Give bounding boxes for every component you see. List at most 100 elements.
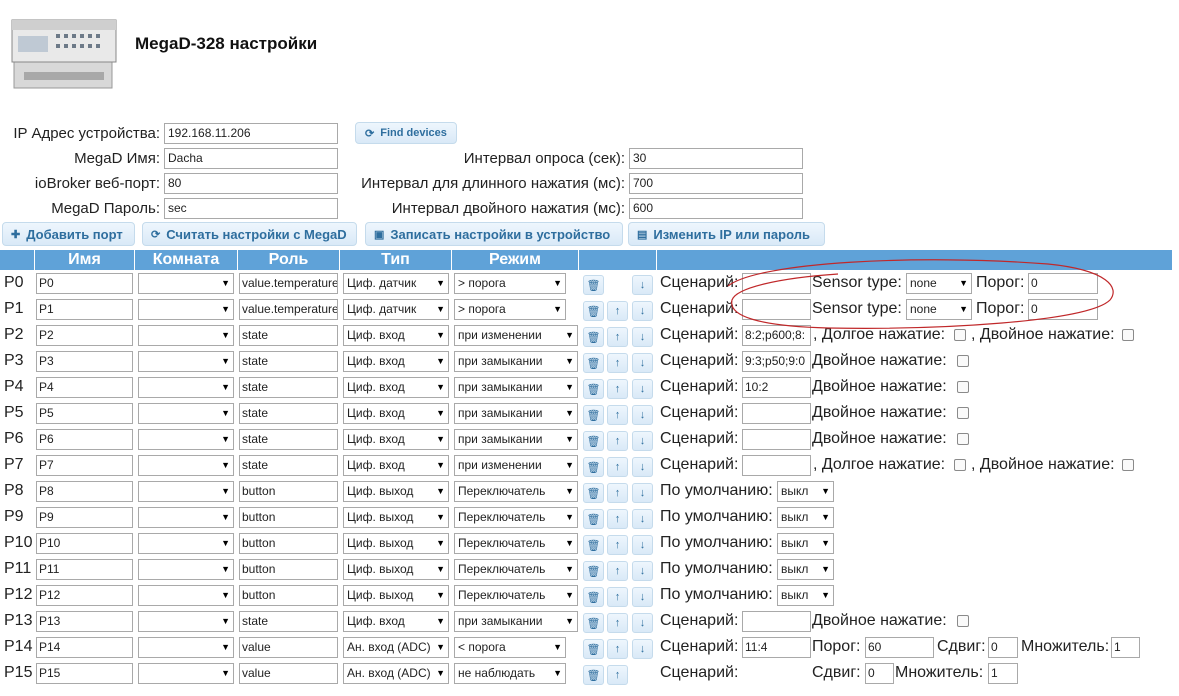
delete-button[interactable]: 🗑 [583, 639, 604, 659]
move-down-button[interactable]: ↓ [632, 587, 653, 607]
move-up-button[interactable]: ↑ [607, 613, 628, 633]
mode-select[interactable]: не наблюдать ▼ [454, 663, 566, 684]
double-press-checkbox[interactable] [957, 615, 969, 627]
port-name-input[interactable]: P2 [36, 325, 133, 346]
move-up-button[interactable]: ↑ [607, 587, 628, 607]
mode-select[interactable]: Переключатель ▼ [454, 481, 578, 502]
role-input[interactable]: state [239, 351, 338, 372]
add-port-button[interactable]: ✚ Добавить порт [2, 222, 135, 246]
type-select[interactable]: Ан. вход (ADC) ▼ [343, 637, 449, 658]
long-press-input[interactable]: 700 [629, 172, 803, 194]
mode-select[interactable]: при замыкании ▼ [454, 377, 578, 398]
role-input[interactable]: value [239, 663, 338, 684]
delete-button[interactable]: 🗑 [583, 353, 604, 373]
change-ip-button[interactable]: ▤ Изменить IP или пароль [628, 222, 825, 246]
delete-button[interactable]: 🗑 [583, 405, 604, 425]
role-input[interactable]: button [239, 481, 338, 502]
delete-button[interactable]: 🗑 [583, 379, 604, 399]
port-input[interactable]: 80 [164, 172, 338, 194]
delete-button[interactable]: 🗑 [583, 561, 604, 581]
room-select[interactable]: ▼ [138, 481, 234, 502]
ip-input[interactable]: 192.168.11.206 [164, 122, 338, 144]
type-select[interactable]: Циф. вход ▼ [343, 403, 449, 424]
type-select[interactable]: Циф. вход ▼ [343, 455, 449, 476]
role-input[interactable]: button [239, 559, 338, 580]
role-input[interactable]: button [239, 585, 338, 606]
default-select[interactable]: выкл ▼ [777, 559, 834, 580]
mode-select[interactable]: при замыкании ▼ [454, 403, 578, 424]
role-input[interactable]: state [239, 429, 338, 450]
scenario-input[interactable]: 9:3;p50;9:0 [742, 351, 811, 372]
mode-select[interactable]: при изменении ▼ [454, 455, 578, 476]
mode-select[interactable]: Переключатель ▼ [454, 533, 578, 554]
move-down-button[interactable]: ↓ [632, 431, 653, 451]
mode-select[interactable]: при замыкании ▼ [454, 611, 578, 632]
move-down-button[interactable]: ↓ [632, 327, 653, 347]
port-name-input[interactable]: P10 [36, 533, 133, 554]
delete-button[interactable]: 🗑 [583, 431, 604, 451]
double-press-checkbox[interactable] [1122, 459, 1134, 471]
move-down-button[interactable]: ↓ [632, 483, 653, 503]
type-select[interactable]: Циф. выход ▼ [343, 559, 449, 580]
role-input[interactable]: button [239, 507, 338, 528]
type-select[interactable]: Циф. вход ▼ [343, 611, 449, 632]
port-name-input[interactable]: P9 [36, 507, 133, 528]
role-input[interactable]: state [239, 455, 338, 476]
delete-button[interactable]: 🗑 [583, 587, 604, 607]
multiplier-input[interactable]: 1 [1111, 637, 1140, 658]
move-down-button[interactable]: ↓ [632, 379, 653, 399]
room-select[interactable]: ▼ [138, 403, 234, 424]
move-up-button[interactable]: ↑ [607, 327, 628, 347]
role-input[interactable]: value [239, 637, 338, 658]
double-press-input[interactable]: 600 [629, 197, 803, 219]
port-name-input[interactable]: P15 [36, 663, 133, 684]
move-down-button[interactable]: ↓ [632, 535, 653, 555]
move-up-button[interactable]: ↑ [607, 561, 628, 581]
move-down-button[interactable]: ↓ [632, 561, 653, 581]
port-name-input[interactable]: P8 [36, 481, 133, 502]
sensor-type-select[interactable]: none ▼ [906, 273, 972, 294]
type-select[interactable]: Циф. выход ▼ [343, 585, 449, 606]
role-input[interactable]: state [239, 611, 338, 632]
port-name-input[interactable]: P11 [36, 559, 133, 580]
default-select[interactable]: выкл ▼ [777, 507, 834, 528]
double-press-checkbox[interactable] [957, 355, 969, 367]
type-select[interactable]: Циф. выход ▼ [343, 481, 449, 502]
read-settings-button[interactable]: ⟳ Считать настройки с MegaD [142, 222, 357, 246]
room-select[interactable]: ▼ [138, 325, 234, 346]
default-select[interactable]: выкл ▼ [777, 481, 834, 502]
write-settings-button[interactable]: ▣ Записать настройки в устройство [365, 222, 623, 246]
move-up-button[interactable]: ↑ [607, 353, 628, 373]
move-up-button[interactable]: ↑ [607, 639, 628, 659]
move-down-button[interactable]: ↓ [632, 405, 653, 425]
move-down-button[interactable]: ↓ [632, 509, 653, 529]
port-name-input[interactable]: P3 [36, 351, 133, 372]
delete-button[interactable]: 🗑 [583, 535, 604, 555]
room-select[interactable]: ▼ [138, 585, 234, 606]
room-select[interactable]: ▼ [138, 507, 234, 528]
room-select[interactable]: ▼ [138, 611, 234, 632]
scenario-input[interactable] [742, 299, 811, 320]
role-input[interactable]: value.temperature [239, 299, 338, 320]
role-input[interactable]: state [239, 377, 338, 398]
room-select[interactable]: ▼ [138, 455, 234, 476]
mode-select[interactable]: Переключатель ▼ [454, 507, 578, 528]
delete-button[interactable]: 🗑 [583, 457, 604, 477]
room-select[interactable]: ▼ [138, 663, 234, 684]
double-press-checkbox[interactable] [957, 407, 969, 419]
port-name-input[interactable]: P5 [36, 403, 133, 424]
move-up-button[interactable]: ↑ [607, 379, 628, 399]
type-select[interactable]: Циф. вход ▼ [343, 325, 449, 346]
room-select[interactable]: ▼ [138, 637, 234, 658]
move-down-button[interactable]: ↓ [632, 301, 653, 321]
move-up-button[interactable]: ↑ [607, 405, 628, 425]
sensor-type-select[interactable]: none ▼ [906, 299, 972, 320]
port-name-input[interactable]: P7 [36, 455, 133, 476]
mode-select[interactable]: при замыкании ▼ [454, 429, 578, 450]
long-press-checkbox[interactable] [954, 329, 966, 341]
role-input[interactable]: state [239, 325, 338, 346]
scenario-input[interactable] [742, 403, 811, 424]
move-up-button[interactable]: ↑ [607, 301, 628, 321]
delete-button[interactable]: 🗑 [583, 275, 604, 295]
password-input[interactable]: sec [164, 197, 338, 219]
